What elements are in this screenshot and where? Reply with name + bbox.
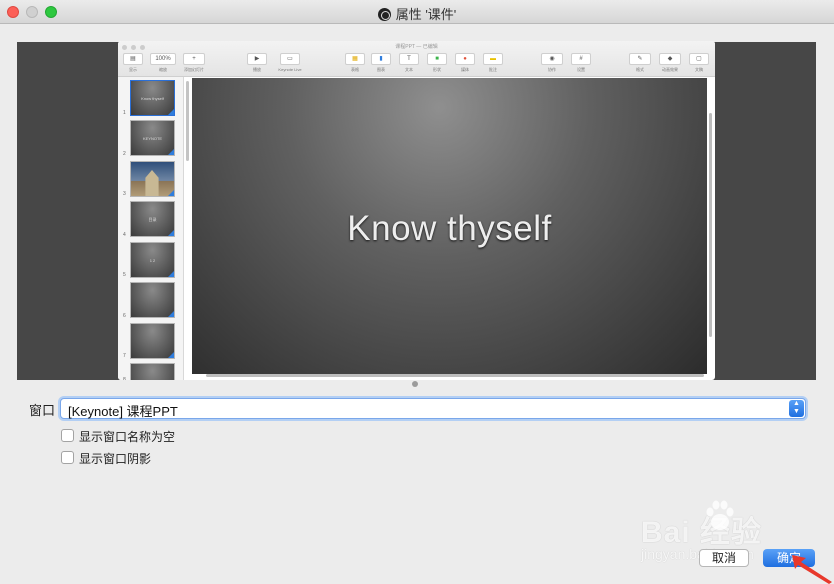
empty-name-checkbox[interactable]	[61, 429, 74, 442]
media-icon: ●	[455, 53, 475, 65]
slide-number: 2	[123, 151, 126, 157]
cancel-button[interactable]: 取消	[699, 549, 749, 567]
zoom-value: 100%	[150, 53, 176, 65]
keynote-live-button: ▭ Keynote Live	[272, 53, 308, 72]
comment-icon: ▬	[483, 53, 503, 65]
window-select-value: [Keynote] 课程PPT	[68, 404, 178, 419]
play-icon: ▶	[247, 53, 267, 65]
build-marker-icon	[168, 271, 174, 277]
slide-number: 1	[123, 110, 126, 116]
title-bar: 属性 '课件'	[0, 0, 834, 24]
keynote-format-button: ✎ 格式	[628, 53, 652, 73]
animate-icon: ◆	[659, 53, 681, 65]
keynote-chart-button: ▮ 图表	[370, 53, 392, 73]
keynote-live-icon: ▭	[280, 53, 300, 65]
build-marker-icon	[168, 109, 174, 115]
slide-number: 4	[123, 232, 126, 238]
slide-thumbnail-photo	[130, 161, 175, 197]
keynote-doc-title: 课程PPT — 已编辑	[395, 44, 438, 50]
pointer-arrow-icon	[792, 555, 832, 584]
slide-horizontal-scrollbar	[206, 374, 704, 377]
collaborate-icon: ◉	[541, 53, 563, 65]
keynote-play-button: ▶ 播放	[246, 53, 268, 73]
window-select[interactable]: [Keynote] 课程PPT ▲ ▼	[60, 398, 806, 419]
keynote-view-button: ▤ 显示	[122, 53, 144, 73]
slide-number: 6	[123, 313, 126, 319]
empty-name-label: 显示窗口名称为空	[79, 430, 176, 444]
keynote-animate-button: ◆ 动画效果	[656, 53, 684, 73]
slide-number: 5	[123, 272, 126, 278]
slide-number: 8	[123, 377, 126, 380]
statue-image	[145, 170, 159, 196]
format-icon: ✎	[629, 53, 651, 65]
keynote-table-button: ▦ 表格	[344, 53, 366, 73]
build-marker-icon	[168, 230, 174, 236]
build-marker-icon	[168, 149, 174, 155]
keynote-toolbar: 课程PPT — 已编辑 ▤ 显示 100% 缩放 + 添加幻灯片 ▶ 播放 ▭ Keyno…	[118, 41, 715, 77]
slide-thumbnail	[130, 282, 175, 318]
keynote-add-slide-button: + 添加幻灯片	[180, 53, 208, 73]
text-icon: T	[399, 53, 419, 65]
grid-icon: #	[571, 53, 591, 65]
shadow-checkbox[interactable]	[61, 451, 74, 464]
build-marker-icon	[168, 352, 174, 358]
build-marker-icon	[168, 311, 174, 317]
slide-navigator: 1 Know thyself 2 KEYNOTE 3 4 目录 5 1 2 6 …	[118, 77, 184, 380]
shape-icon: ■	[427, 53, 447, 65]
keynote-window-capture: 课程PPT — 已编辑 ▤ 显示 100% 缩放 + 添加幻灯片 ▶ 播放 ▭ Keyno…	[118, 41, 715, 380]
keynote-comment-button: ▬ 批注	[482, 53, 504, 73]
slide-thumbnail: KEYNOTE	[130, 120, 175, 156]
window-title-wrap: 属性 '课件'	[0, 4, 834, 23]
slide-thumbnail	[130, 363, 175, 380]
navigator-scrollbar	[186, 81, 189, 161]
document-icon: ▢	[689, 53, 709, 65]
obs-logo-icon	[377, 8, 391, 21]
build-marker-icon	[168, 190, 174, 196]
preview-resize-handle[interactable]	[412, 381, 418, 387]
keynote-media-button: ● 媒体	[454, 53, 476, 73]
shadow-label: 显示窗口阴影	[79, 452, 152, 466]
window-title: 属性 '课件'	[395, 7, 457, 22]
add-slide-icon: +	[183, 53, 205, 65]
select-stepper-icon[interactable]: ▲ ▼	[789, 400, 804, 417]
slide-thumbnail	[130, 323, 175, 359]
slide-canvas: Know thyself	[192, 78, 707, 374]
window-label: 窗口	[29, 403, 56, 418]
slide-number: 3	[123, 191, 126, 197]
slide-thumbnail: Know thyself	[130, 80, 175, 116]
view-icon: ▤	[123, 53, 143, 65]
paw-logo-icon	[706, 500, 734, 530]
keynote-shape-button: ■ 形状	[426, 53, 448, 73]
keynote-collaborate-button: ◉ 协作	[540, 53, 564, 73]
slide-number: 7	[123, 353, 126, 359]
slide-vertical-scrollbar	[709, 113, 712, 337]
slide-title: Know thyself	[347, 209, 552, 248]
chart-icon: ▮	[371, 53, 391, 65]
table-icon: ▦	[345, 53, 365, 65]
slide-thumbnail: 目录	[130, 201, 175, 237]
keynote-document-button: ▢ 文稿	[688, 53, 710, 73]
slide-thumbnail: 1 2	[130, 242, 175, 278]
keynote-grid-button: # 设置	[570, 53, 592, 73]
keynote-zoom-button: 100% 缩放	[150, 53, 176, 73]
keynote-text-button: T 文本	[398, 53, 420, 73]
